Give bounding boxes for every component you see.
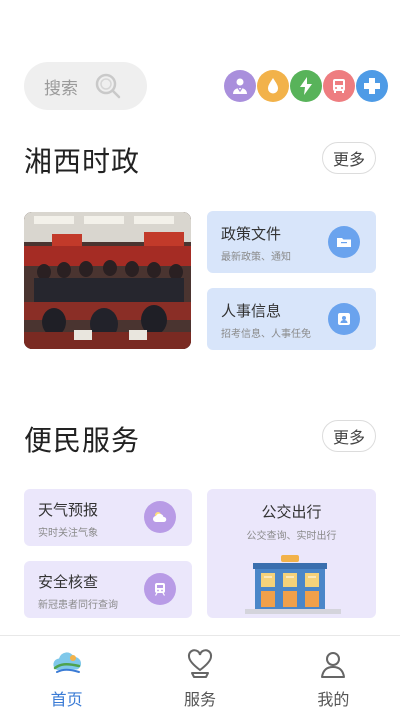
more-button-politics[interactable]: 更多 <box>322 142 376 174</box>
weather-forecast-card[interactable]: 天气预报 实时关注气象 <box>24 489 192 546</box>
water-drop-icon[interactable] <box>257 70 289 102</box>
card-subtitle: 实时关注气象 <box>38 528 98 539</box>
card-subtitle: 新冠患者同行查询 <box>38 600 118 611</box>
section-title-politics: 湘西时政 <box>24 145 141 178</box>
search-placeholder: 搜索 <box>44 78 78 99</box>
doctor-icon[interactable] <box>224 70 256 102</box>
tab-home[interactable]: 首页 <box>0 636 133 720</box>
safety-check-card[interactable]: 安全核查 新冠患者同行查询 <box>24 561 192 618</box>
weather-icon <box>144 501 176 533</box>
medical-cross-icon[interactable] <box>356 70 388 102</box>
section-title-services: 便民服务 <box>24 424 141 457</box>
personnel-info-card[interactable]: 人事信息 招考信息、人事任免 <box>207 288 376 350</box>
policy-documents-card[interactable]: 政策文件 最新政策、通知 <box>207 211 376 273</box>
id-card-icon <box>328 303 360 335</box>
heart-hand-icon <box>187 649 212 678</box>
tab-profile[interactable]: 我的 <box>267 636 400 720</box>
tab-label: 我的 <box>317 690 350 709</box>
card-title: 安全核查 <box>38 573 99 591</box>
tab-label: 首页 <box>50 690 83 709</box>
card-title: 公交出行 <box>261 503 322 521</box>
card-title: 天气预报 <box>38 501 99 519</box>
bus-travel-card[interactable]: 公交出行 公交查询、实时出行 <box>207 489 376 618</box>
lightning-icon[interactable] <box>290 70 322 102</box>
card-title: 政策文件 <box>221 225 282 243</box>
card-subtitle: 招考信息、人事任免 <box>221 329 311 340</box>
search-icon <box>95 73 121 99</box>
meeting-photo[interactable] <box>24 212 191 349</box>
quick-access-icons <box>224 70 388 102</box>
more-button-services[interactable]: 更多 <box>322 420 376 452</box>
card-subtitle: 最新政策、通知 <box>221 252 291 263</box>
bus-station-illustration <box>245 555 341 614</box>
user-icon <box>321 652 346 678</box>
tab-label: 服务 <box>183 690 216 709</box>
card-title: 人事信息 <box>221 302 282 320</box>
folder-icon <box>328 226 360 258</box>
train-icon <box>144 573 176 605</box>
search-bar[interactable]: 搜索 <box>24 62 147 110</box>
bottom-tab-bar: 首页 服务 我的 <box>0 635 400 720</box>
card-subtitle: 公交查询、实时出行 <box>246 531 337 542</box>
tab-services[interactable]: 服务 <box>133 636 266 720</box>
bus-icon[interactable] <box>323 70 355 102</box>
home-cloud-icon <box>53 652 81 673</box>
